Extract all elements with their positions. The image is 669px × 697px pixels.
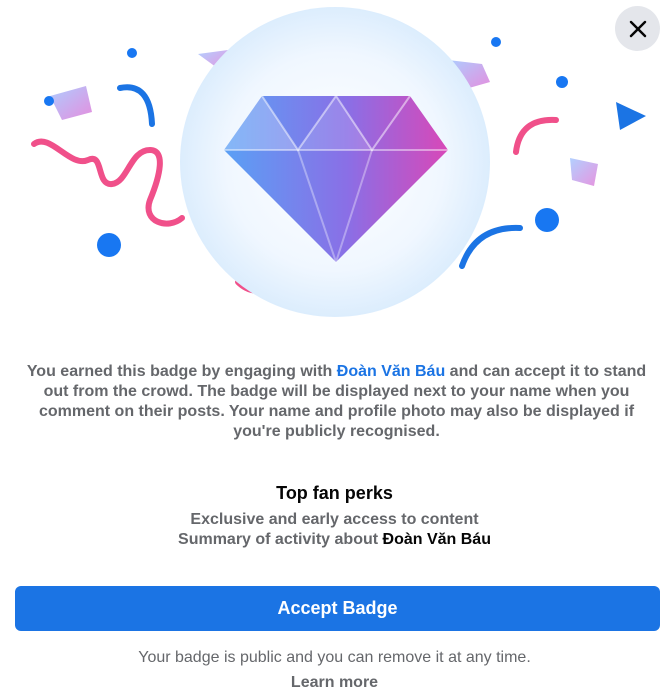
profile-name-link[interactable]: Đoàn Văn Báu bbox=[337, 363, 445, 380]
perks-title: Top fan perks bbox=[276, 483, 393, 503]
top-fan-badge-dialog: You earned this badge by engaging with Đ… bbox=[0, 0, 669, 697]
badge-description: You earned this badge by engaging with Đ… bbox=[18, 362, 655, 442]
perk-item: Exclusive and early access to content bbox=[190, 511, 479, 528]
badge-hero-illustration bbox=[31, 7, 646, 317]
description-text-before: You earned this badge by engaging with bbox=[26, 363, 337, 380]
perk-item: Summary of activity about Đoàn Văn Báu bbox=[0, 530, 669, 550]
perk-item-name: Đoàn Văn Báu bbox=[382, 531, 491, 548]
accept-badge-button[interactable]: Accept Badge bbox=[15, 586, 660, 631]
visibility-note: Your badge is public and you can remove … bbox=[138, 649, 531, 666]
perk-item-text: Summary of activity about bbox=[178, 531, 383, 548]
perks-list: Exclusive and early access to content Su… bbox=[0, 510, 669, 550]
learn-more-link[interactable]: Learn more bbox=[0, 674, 669, 692]
